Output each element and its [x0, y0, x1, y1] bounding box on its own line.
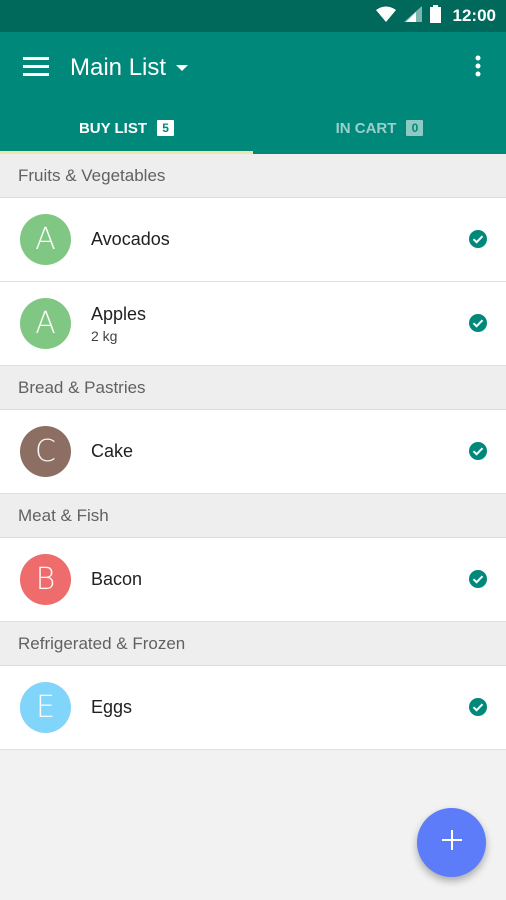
item-name: Bacon [91, 569, 143, 589]
battery-icon [429, 4, 441, 28]
check-circle-icon[interactable] [469, 698, 487, 716]
page-title: Main List [70, 54, 167, 81]
menu-button[interactable] [16, 50, 56, 86]
check-circle-icon[interactable] [469, 442, 487, 460]
avatar: A [20, 214, 71, 265]
section-header: Bread & Pastries [0, 366, 506, 410]
status-bar: 12:00 [0, 0, 506, 32]
list-item[interactable]: C Cake [0, 410, 506, 494]
item-text: Bacon [91, 538, 142, 621]
list-selector[interactable]: Main List [70, 52, 189, 84]
avatar: E [20, 682, 71, 733]
item-name: Apples [91, 303, 147, 324]
tab-label: BUY LIST [78, 119, 148, 137]
overflow-menu-icon [475, 55, 481, 82]
signal-icon [403, 5, 422, 27]
tab-count-badge: 0 [406, 120, 424, 136]
check-circle-icon[interactable] [469, 314, 487, 332]
item-name: Cake [91, 441, 134, 461]
tab-buy-list[interactable]: BUY LIST 5 [0, 102, 253, 154]
item-text: Cake [91, 410, 133, 493]
item-quantity: 2 kg [91, 327, 118, 344]
tab-label: IN CART [335, 119, 397, 137]
check-circle-icon[interactable] [469, 230, 487, 248]
wifi-icon [375, 6, 396, 27]
section-header: Refrigerated & Frozen [0, 622, 506, 666]
plus-icon [441, 830, 462, 855]
check-circle-icon[interactable] [469, 570, 487, 588]
status-icons: 12:00 [375, 0, 496, 32]
section-header: Fruits & Vegetables [0, 154, 506, 198]
list-item[interactable]: B Bacon [0, 538, 506, 622]
item-text: Avocados [91, 198, 170, 281]
list-item[interactable]: E Eggs [0, 666, 506, 750]
avatar: A [20, 298, 71, 349]
item-name: Eggs [91, 697, 133, 717]
tab-in-cart[interactable]: IN CART 0 [253, 102, 506, 154]
shopping-list: Fruits & Vegetables A Avocados A Apples … [0, 154, 506, 750]
menu-icon [23, 56, 49, 81]
list-item[interactable]: A Avocados [0, 198, 506, 282]
tab-count-badge: 5 [157, 120, 175, 136]
status-time: 12:00 [452, 6, 496, 25]
section-header: Meat & Fish [0, 494, 506, 538]
avatar: C [20, 426, 71, 477]
dropdown-arrow-icon [176, 59, 189, 77]
item-text: Apples 2 kg [91, 282, 146, 365]
list-item[interactable]: A Apples 2 kg [0, 282, 506, 366]
app-bar: Main List BUY LIST 5 IN CART 0 [0, 32, 506, 154]
add-item-button[interactable] [417, 808, 486, 877]
overflow-menu-button[interactable] [464, 50, 492, 86]
avatar: B [20, 554, 71, 605]
item-name: Avocados [91, 229, 170, 249]
tab-bar: BUY LIST 5 IN CART 0 [0, 102, 506, 154]
item-text: Eggs [91, 666, 132, 749]
